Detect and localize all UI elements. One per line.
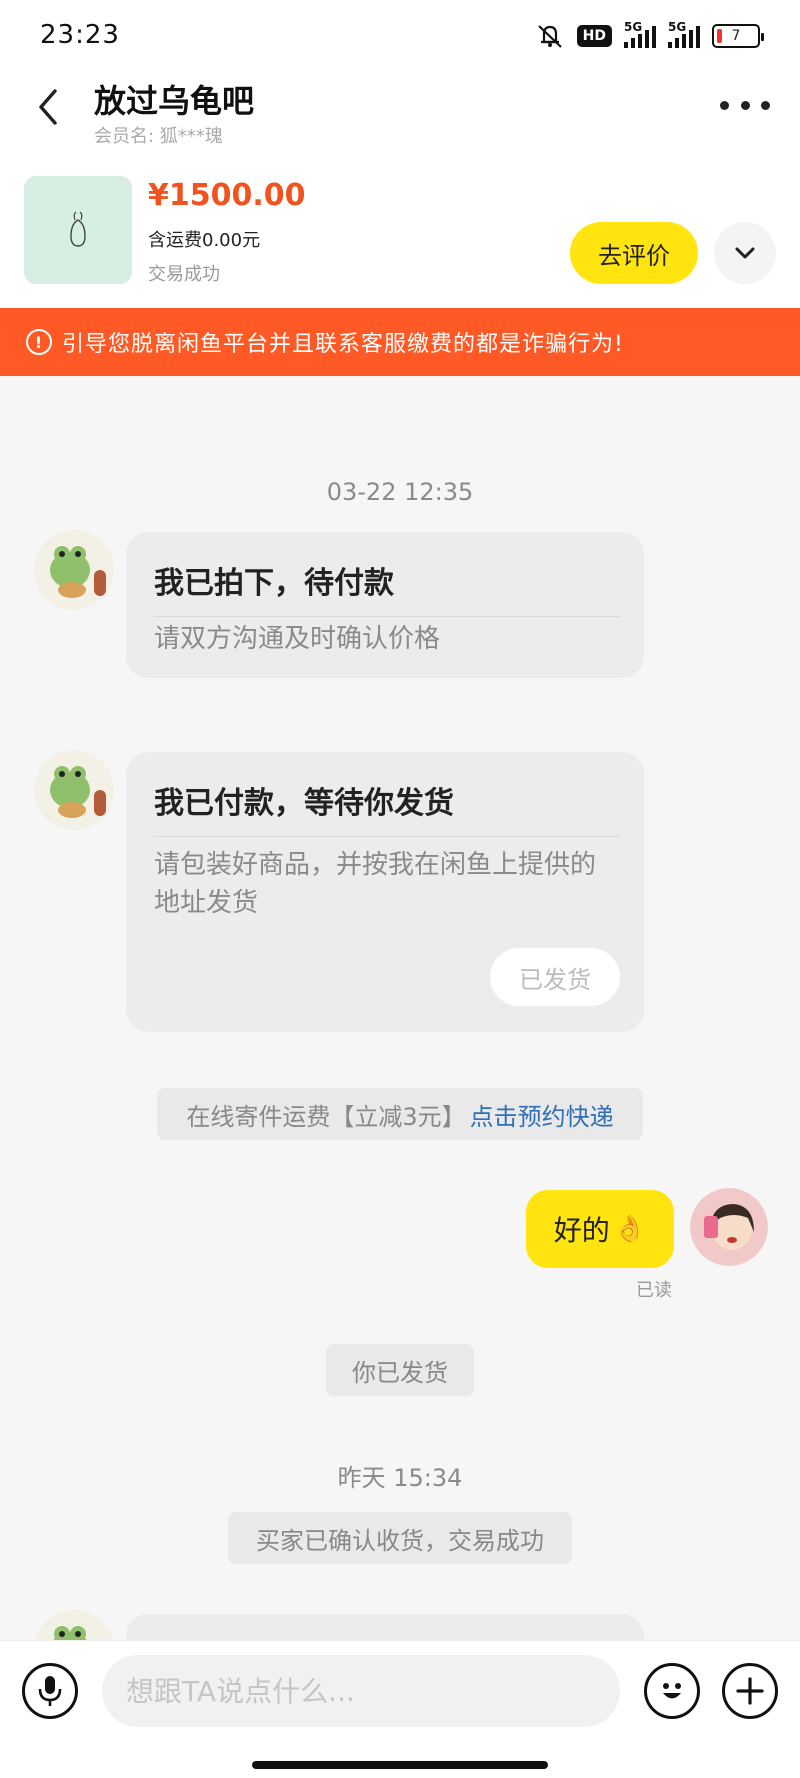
order-card-partial — [126, 1614, 644, 1640]
chat-title: 放过乌龟吧 — [94, 82, 255, 120]
seller-avatar[interactable] — [34, 1610, 114, 1640]
message-text: 好的 — [553, 1214, 610, 1247]
voice-button[interactable] — [22, 1663, 78, 1719]
expand-button[interactable] — [714, 222, 776, 284]
card-divider — [154, 616, 620, 617]
network-label-2: 5G — [668, 20, 687, 34]
product-price: ¥1500.00 — [148, 178, 306, 213]
notice-confirmed: 买家已确认收货，交易成功 — [228, 1512, 572, 1564]
frog-avatar-icon — [34, 750, 114, 830]
signal-icon-1: 5G — [624, 20, 656, 48]
card-body: 请包装好商品，并按我在闲鱼上提供的地址发货 — [154, 850, 597, 918]
read-receipt: 已读 — [636, 1280, 672, 1301]
hd-badge: HD — [576, 25, 612, 47]
back-button[interactable] — [26, 82, 70, 132]
status-bar: 23:23 HD 5G 5G 7 — [0, 0, 800, 70]
home-indicator — [252, 1761, 548, 1769]
product-sketch-icon — [70, 211, 86, 247]
warning-text: 引导您脱离闲鱼平台并且联系客服缴费的都是诈骗行为! — [62, 332, 624, 357]
status-icons: HD 5G 5G 7 — [535, 20, 764, 50]
chat-messages[interactable]: 03-22 12:35 我已拍下，待付款 请双方沟通及时确认价格 我已付款，等待… — [0, 376, 800, 1640]
user-photo-avatar-icon — [690, 1188, 768, 1266]
battery-level: 7 — [731, 28, 741, 44]
fraud-warning-banner: ! 引导您脱离闲鱼平台并且联系客服缴费的都是诈骗行为! — [0, 308, 800, 376]
timestamp-1: 03-22 12:35 — [326, 478, 474, 506]
battery-icon: 7 — [712, 24, 764, 48]
frog-avatar-icon — [34, 530, 114, 610]
more-options-button[interactable] — [720, 90, 770, 120]
my-message-bubble[interactable]: 好的 👌 — [526, 1190, 674, 1268]
shipping-fee: 含运费0.00元 — [148, 230, 261, 251]
promo-text: 在线寄件运费【立减3元】 — [186, 1102, 466, 1131]
chevron-left-icon — [39, 89, 57, 125]
chat-header: 放过乌龟吧 会员名: 狐***瑰 — [0, 70, 800, 150]
chevron-down-icon — [735, 247, 755, 259]
card-body: 请双方沟通及时确认价格 — [154, 624, 441, 654]
message-input-bar — [0, 1640, 800, 1778]
status-time: 23:23 — [40, 20, 120, 50]
microphone-icon — [38, 1676, 62, 1706]
battery-fill — [717, 29, 722, 43]
trade-status: 交易成功 — [148, 264, 220, 285]
card-title: 我已拍下，待付款 — [154, 566, 394, 601]
mute-bell-icon — [537, 25, 562, 48]
more-dot-icon — [761, 100, 770, 110]
ok-hand-icon: 👌 — [613, 1214, 647, 1244]
shipped-button[interactable]: 已发货 — [490, 948, 620, 1006]
network-label-1: 5G — [624, 20, 643, 34]
plus-icon — [736, 1677, 764, 1705]
notice-text: 买家已确认收货，交易成功 — [256, 1526, 544, 1555]
order-card-paid: 我已付款，等待你发货 请包装好商品，并按我在闲鱼上提供的地址发货 已发货 — [126, 752, 644, 1032]
message-input[interactable] — [102, 1655, 620, 1727]
timestamp-2: 昨天 15:34 — [337, 1464, 463, 1492]
emoji-button[interactable] — [644, 1663, 700, 1719]
frog-avatar-icon — [35, 1610, 113, 1640]
more-dot-icon — [740, 100, 750, 110]
alert-circle-icon: ! — [26, 329, 52, 355]
order-card-placed: 我已拍下，待付款 请双方沟通及时确认价格 — [126, 532, 644, 678]
my-avatar[interactable] — [690, 1188, 768, 1266]
seller-avatar[interactable] — [34, 530, 114, 610]
notice-text: 你已发货 — [352, 1358, 448, 1387]
product-thumbnail[interactable] — [24, 176, 132, 284]
card-title: 我已付款，等待你发货 — [154, 786, 454, 821]
card-divider — [154, 836, 620, 837]
member-name: 会员名: 狐***瑰 — [94, 126, 223, 147]
add-attachment-button[interactable] — [722, 1663, 778, 1719]
review-button[interactable]: 去评价 — [570, 222, 698, 284]
book-courier-link[interactable]: 点击预约快递 — [470, 1097, 614, 1132]
shipping-promo: 在线寄件运费【立减3元】 点击预约快递 — [157, 1088, 643, 1140]
smiley-icon — [663, 1683, 681, 1699]
notice-shipped: 你已发货 — [326, 1344, 474, 1396]
more-dot-icon — [720, 100, 729, 110]
seller-avatar[interactable] — [34, 750, 114, 830]
product-summary: ¥1500.00 含运费0.00元 交易成功 去评价 — [0, 170, 800, 300]
signal-icon-2: 5G — [668, 20, 700, 48]
